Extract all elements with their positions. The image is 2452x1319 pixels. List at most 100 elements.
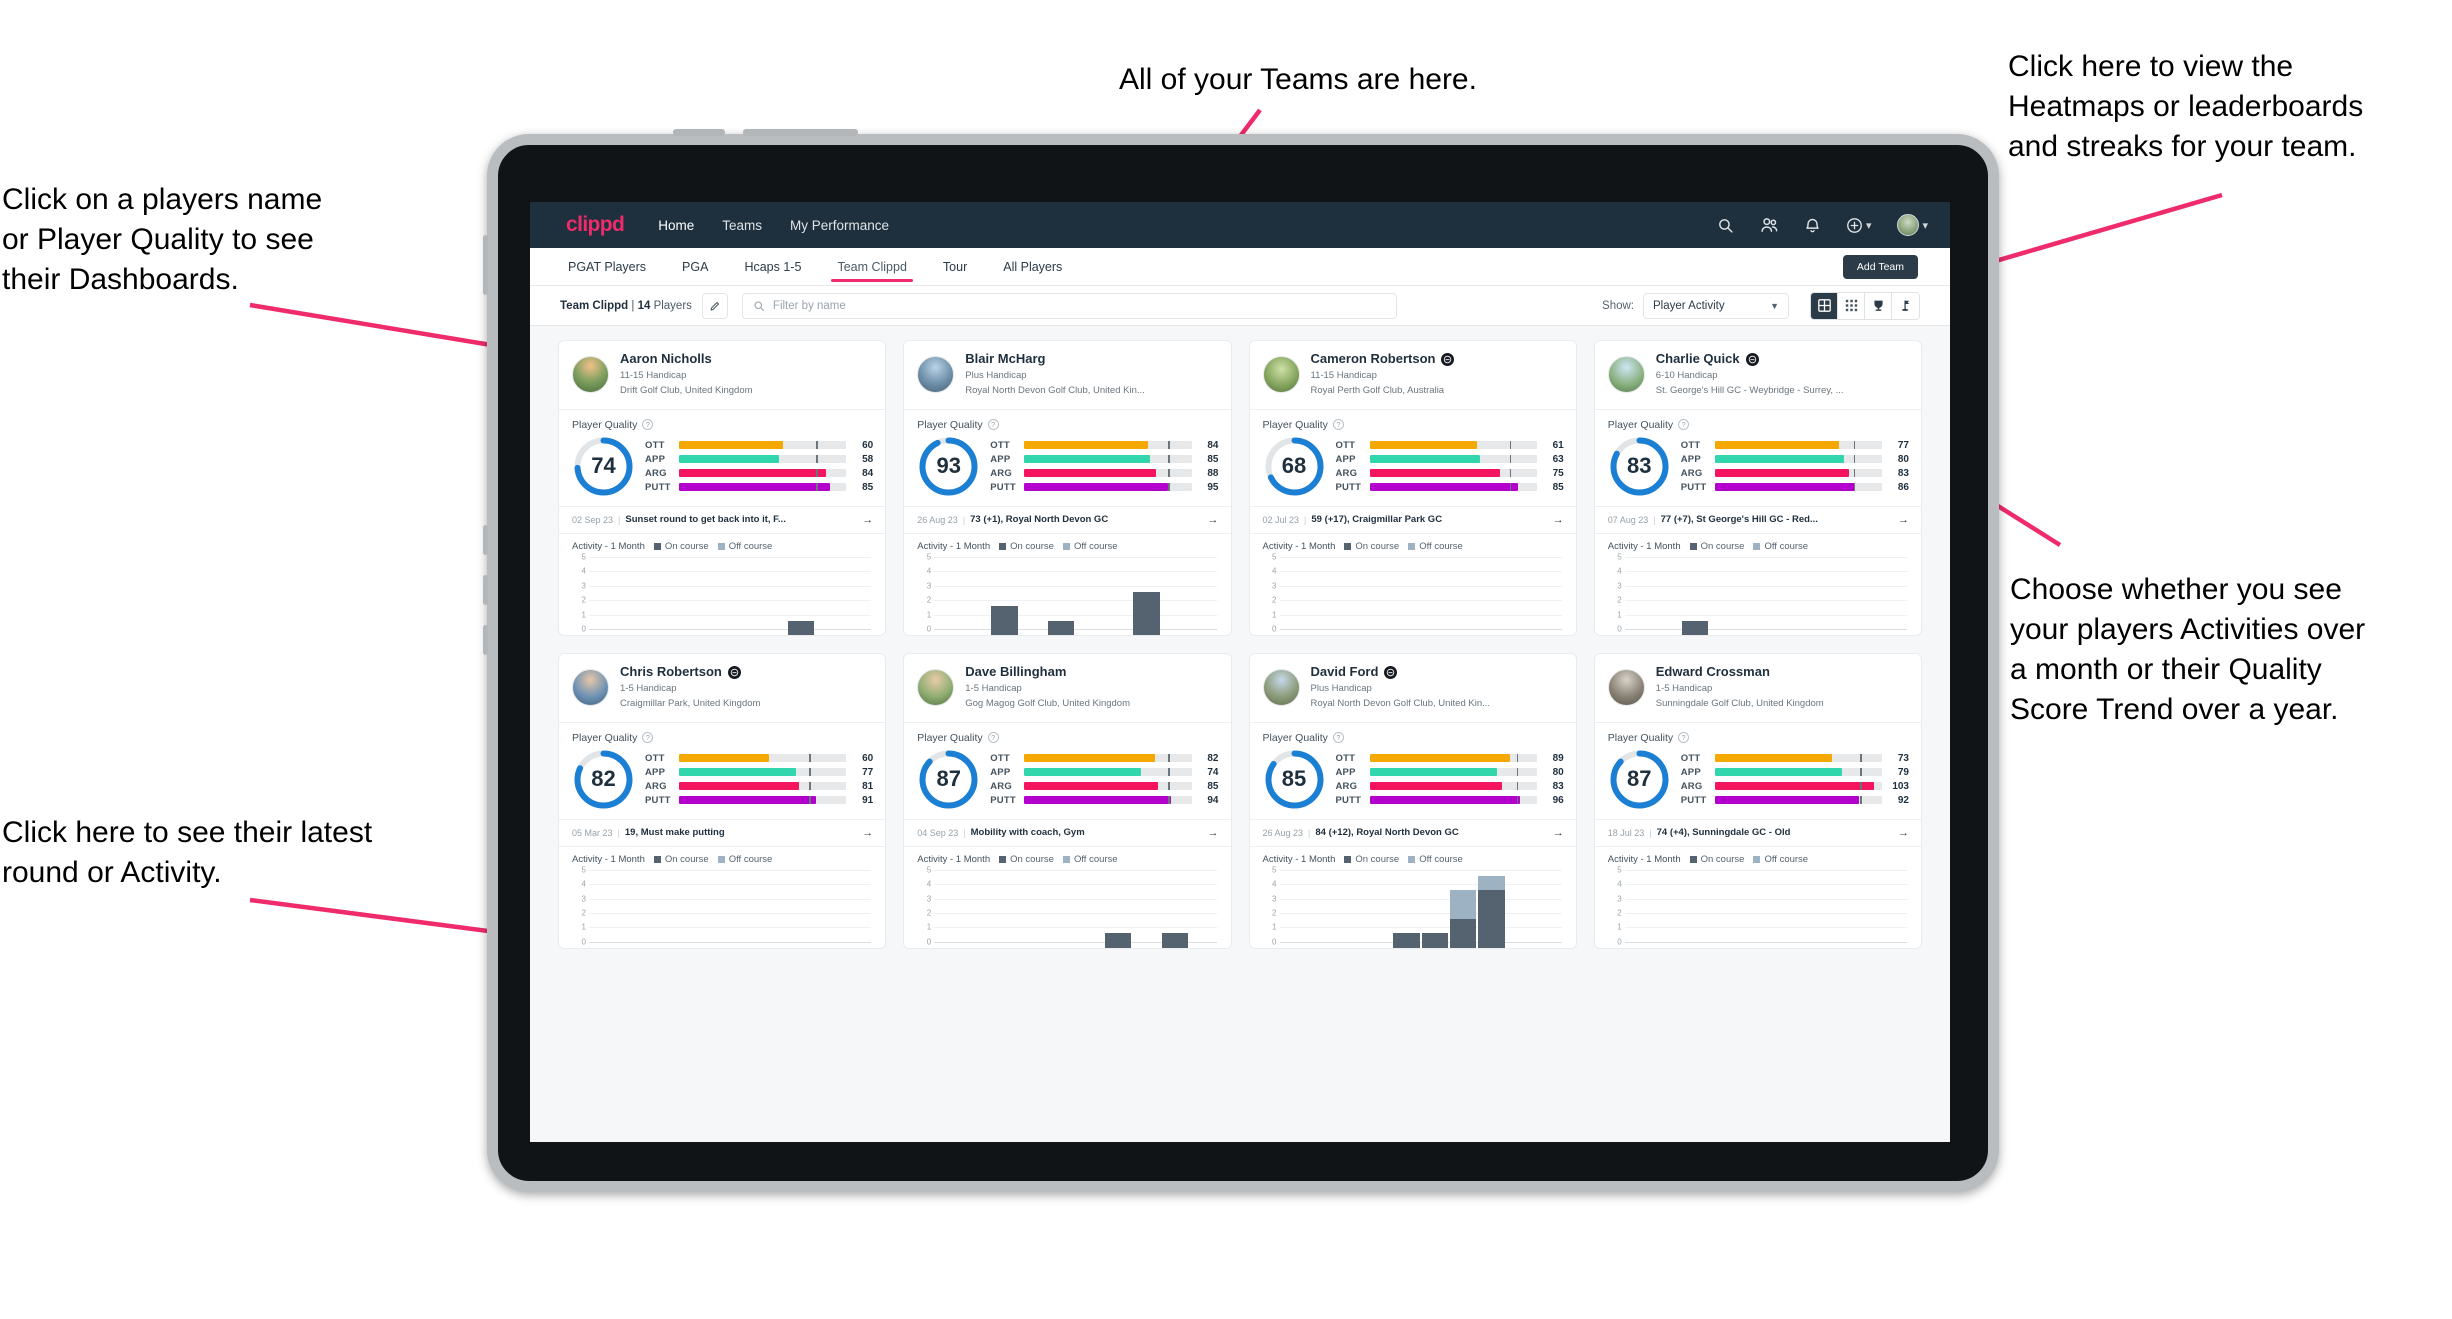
arrow-right-icon[interactable]: → [1208,827,1219,839]
player-quality-section[interactable]: Player Quality? 85 OTT 89 APP 80 ARG 83 PUTT 96 [1250,723,1576,819]
player-name[interactable]: Dave Billingham [965,664,1130,680]
player-quality-section[interactable]: Player Quality? 68 OTT 61 APP 63 ARG 75 PUTT 85 [1250,410,1576,506]
player-card[interactable]: Dave Billingham 1-5 Handicap Gog Magog Gol… [903,652,1232,949]
clippd-logo[interactable]: clippd [566,213,625,237]
arrow-right-icon[interactable]: → [1553,514,1564,526]
player-name[interactable]: Charlie Quick [1656,351,1844,367]
player-card[interactable]: Aaron Nicholls 11-15 Handicap Drift Golf C… [558,340,887,636]
latest-round-row[interactable]: 02 Sep 23 | Sunset round to get back into … [559,505,886,534]
tablet-side-dot-3 [483,625,488,655]
skill-bar [1369,754,1537,763]
arrow-right-icon[interactable]: → [1208,514,1219,526]
skill-value: 88 [1207,467,1219,479]
edit-team-button[interactable] [701,292,728,319]
tab-hcaps-1-5[interactable]: Hcaps 1-5 [742,251,803,282]
latest-round-row[interactable]: 26 Aug 23 | 73 (+1), Royal North Devon GC → [904,505,1231,534]
help-icon[interactable]: ? [1332,419,1344,431]
nav-link-teams[interactable]: Teams [722,218,762,233]
player-card-header[interactable]: Chris Robertson 1-5 Handicap Craigmillar P… [559,654,886,723]
player-name[interactable]: David Ford [1311,664,1491,680]
player-club: Gog Magog Golf Club, United Kingdom [965,698,1131,710]
player-card-header[interactable]: Blair McHarg Plus Handicap Royal North Dev… [904,341,1231,410]
tab-all-players[interactable]: All Players [1001,251,1064,282]
help-icon[interactable]: ? [642,732,654,744]
player-quality-section[interactable]: Player Quality? 87 OTT 73 APP 79 ARG 103 PUTT 92 [1595,723,1921,819]
help-icon[interactable]: ? [987,419,999,431]
arrow-right-icon[interactable]: → [1898,827,1909,839]
player-quality-label: Player Quality [917,731,983,744]
player-card-header[interactable]: Dave Billingham 1-5 Handicap Gog Magog Gol… [904,654,1231,723]
add-menu[interactable]: ▾ [1846,217,1871,234]
skill-value: 58 [862,453,874,465]
show-select[interactable]: Player Activity ▼ [1643,292,1789,319]
arrow-right-icon[interactable]: → [1553,827,1564,839]
skill-label: ARG [990,467,1012,479]
player-card-header[interactable]: Edward Crossman 1-5 Handicap Sunningdale G… [1594,654,1921,723]
help-icon[interactable]: ? [642,419,654,431]
y-axis-tick: 4 [926,879,932,889]
view-grid-small-button[interactable] [1838,292,1865,319]
annotation-heatmaps: Click here to view the Heatmaps or leade… [2008,50,2364,163]
latest-round-row[interactable]: 04 Sep 23 | Mobility with coach, Gym → [904,818,1231,847]
help-icon[interactable]: ? [987,732,999,744]
player-card[interactable]: Chris Robertson 1-5 Handicap Craigmillar P… [558,652,887,949]
account-menu[interactable]: ▾ [1897,214,1928,236]
latest-round-row[interactable]: 18 Jul 23 | 74 (+4), Sunningdale GC - Old → [1594,818,1921,847]
player-handicap: 6-10 Handicap [1655,369,1718,381]
skill-row: PUTT 95 [990,482,1218,493]
player-card[interactable]: Blair McHarg Plus Handicap Royal North Dev… [903,340,1232,636]
latest-round-row[interactable]: 07 Aug 23 | 77 (+7), St George's Hill GC -… [1594,505,1921,534]
player-name[interactable]: Aaron Nicholls [620,351,753,367]
arrow-right-icon[interactable]: → [862,827,873,839]
player-card-header[interactable]: Aaron Nicholls 11-15 Handicap Drift Golf C… [559,341,886,410]
search-icon[interactable] [1717,217,1734,234]
nav-link-my-performance[interactable]: My Performance [790,218,889,233]
help-icon[interactable]: ? [1678,732,1690,744]
search-input[interactable]: Filter by name [741,292,1397,319]
player-name[interactable]: Edward Crossman [1656,664,1824,680]
bell-icon[interactable] [1805,217,1820,234]
player-card[interactable]: Charlie Quick 6-10 Handicap St. George's H… [1593,340,1922,636]
player-card-header[interactable]: Charlie Quick 6-10 Handicap St. George's H… [1594,341,1921,410]
view-trophy-button[interactable] [1865,292,1892,319]
player-card[interactable]: Edward Crossman 1-5 Handicap Sunningdale G… [1593,652,1922,949]
y-axis-tick: 5 [581,865,586,875]
people-icon[interactable] [1760,217,1779,234]
player-quality-section[interactable]: Player Quality? 83 OTT 77 APP 80 ARG 83 PUTT 86 [1595,410,1921,506]
player-quality-section[interactable]: Player Quality? 93 OTT 84 APP 85 ARG 88 PUTT 95 [904,410,1230,506]
view-grid-large-button[interactable] [1811,292,1838,319]
latest-round-row[interactable]: 02 Jul 23 | 59 (+17), Craigmillar Park GC → [1249,505,1576,534]
player-quality-section[interactable]: Player Quality? 82 OTT 60 APP 77 ARG 81 PUTT 91 [559,723,885,819]
player-card[interactable]: Cameron Robertson 11-15 Handicap Royal Per… [1248,340,1577,636]
player-quality-section[interactable]: Player Quality? 87 OTT 82 APP 74 ARG 85 PUTT 94 [904,723,1230,819]
player-card-header[interactable]: David Ford Plus Handicap Royal North Devon… [1249,654,1576,723]
player-card-header[interactable]: Cameron Robertson 11-15 Handicap Royal Per… [1249,341,1576,410]
view-flag-button[interactable] [1892,292,1919,319]
skill-label: APP [1335,453,1356,465]
help-icon[interactable]: ? [1332,732,1344,744]
arrow-right-icon[interactable]: → [1898,514,1909,526]
player-quality-section[interactable]: Player Quality? 74 OTT 60 APP 58 ARG 84 PUTT 85 [559,410,885,506]
latest-round-row[interactable]: 05 Mar 23 | 19, Must make putting → [559,818,886,847]
round-date: 26 Aug 23 [917,514,958,525]
skill-label: OTT [1335,752,1356,764]
tab-tour[interactable]: Tour [941,251,969,282]
latest-round-row[interactable]: 26 Aug 23 | 84 (+12), Royal North Devon GC… [1249,818,1576,847]
add-team-button[interactable]: Add Team [1842,255,1918,279]
arrow-right-icon[interactable]: → [862,514,873,526]
player-name[interactable]: Blair McHarg [965,351,1145,367]
nav-link-home[interactable]: Home [658,218,694,233]
tab-team-clippd[interactable]: Team Clippd [831,251,914,282]
tab-pga[interactable]: PGA [680,251,710,282]
tab-pgat-players[interactable]: PGAT Players [566,251,648,282]
activity-bar-slot [1047,620,1075,635]
skill-bar [1024,796,1192,805]
help-icon[interactable]: ? [1678,419,1690,431]
round-separator: | [1653,514,1656,525]
player-handicap: 1-5 Handicap [965,682,1022,694]
player-name[interactable]: Chris Robertson [620,664,760,680]
player-name[interactable]: Cameron Robertson [1311,351,1455,367]
grid-large-icon [1817,299,1831,312]
player-card[interactable]: David Ford Plus Handicap Royal North Devon… [1248,652,1577,949]
y-axis-tick: 0 [1617,624,1622,634]
